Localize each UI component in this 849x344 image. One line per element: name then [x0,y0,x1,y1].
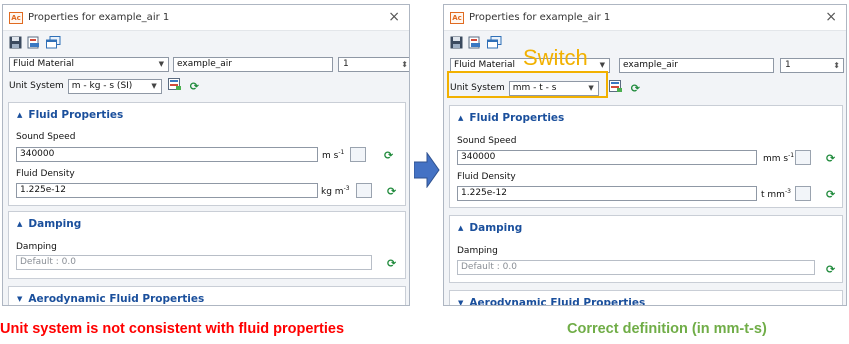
damping-title: Damping [469,222,523,234]
sound-speed-input[interactable]: 340000 [16,147,318,162]
unit-system-select[interactable]: m - kg - s (SI) ▼ [67,78,162,94]
window-icon[interactable] [46,36,61,52]
sound-speed-label: Sound Speed [16,132,76,142]
save-icon[interactable] [450,36,463,52]
expand-caret-icon: ▼ [17,295,23,303]
material-type-select[interactable]: Fluid Material ▼ [9,57,169,72]
fluid-density-unit: t mm-3 [761,188,791,200]
error-caption: Unit system is not consistent with fluid… [0,321,345,337]
arrow-right-icon [414,152,440,188]
fluid-properties-section: ▲ Fluid Properties Sound Speed 340000 mm… [449,105,843,208]
fluid-density-unit: kg m-3 [321,185,350,197]
dialog-toolbar [450,36,502,52]
dialog-title: Properties for example_air 1 [28,12,170,23]
aerodynamic-header[interactable]: ▼ Aerodynamic Fluid Properties [458,297,646,306]
aerodynamic-title: Aerodynamic Fluid Properties [28,293,205,305]
material-row: Fluid Material ▼ example_air 1 ⬍ [9,57,409,72]
damping-section: ▲ Damping Damping Default : 0.0 ⟳ [8,211,406,279]
aerodynamic-section: ▼ Aerodynamic Fluid Properties [8,286,406,305]
material-name-input[interactable]: example_air [619,58,774,73]
spinner-arrows-icon[interactable]: ⬍ [833,59,840,72]
reset-icon[interactable]: ⟳ [387,258,396,269]
material-type-value: Fluid Material [454,60,516,70]
reset-icon[interactable]: ⟳ [826,189,835,200]
close-icon[interactable]: × [825,10,837,24]
app-logo-icon: Ac [450,11,464,24]
material-index-value: 1 [343,59,349,69]
material-index-spinner[interactable]: 1 ⬍ [338,57,409,72]
collapse-caret-icon: ▲ [458,224,464,232]
close-icon[interactable]: × [388,10,400,24]
unit-picker-button[interactable] [350,147,366,162]
save-icon[interactable] [9,36,22,52]
damping-input[interactable]: Default : 0.0 [457,260,815,275]
dialog-titlebar: Ac Properties for example_air 1 × [444,5,846,31]
chevron-down-icon: ▼ [158,60,164,68]
sound-speed-input[interactable]: 340000 [457,150,757,165]
switch-annotation: Switch [523,45,588,70]
damping-header[interactable]: ▲ Damping [458,222,522,234]
app-logo-icon: Ac [9,11,23,24]
material-index-value: 1 [785,60,791,70]
dialog-toolbar [9,36,61,52]
unit-table-icon[interactable] [608,80,623,96]
fluid-density-label: Fluid Density [457,172,516,182]
properties-dialog-right: Ac Properties for example_air 1 × Fluid … [443,4,847,306]
aerodynamic-header[interactable]: ▼ Aerodynamic Fluid Properties [17,293,204,305]
damping-title: Damping [28,218,82,230]
damping-section: ▲ Damping Damping Default : 0.0 ⟳ [449,215,843,283]
fluid-properties-title: Fluid Properties [469,112,565,124]
material-type-value: Fluid Material [13,59,75,69]
fluid-density-input[interactable]: 1.225e-12 [457,186,757,201]
spinner-arrows-icon[interactable]: ⬍ [401,58,408,71]
damping-label: Damping [16,242,57,252]
collapse-caret-icon: ▲ [17,220,23,228]
collapse-caret-icon: ▲ [17,111,23,119]
unit-picker-button[interactable] [795,150,811,165]
unit-system-highlight-box [447,71,608,98]
fluid-density-label: Fluid Density [16,169,75,179]
unit-picker-button[interactable] [795,186,811,201]
export-icon[interactable] [27,36,41,52]
unit-table-icon[interactable] [167,78,182,94]
fluid-properties-header[interactable]: ▲ Fluid Properties [458,112,564,124]
fluid-density-input[interactable]: 1.225e-12 [16,183,318,198]
aerodynamic-section: ▼ Aerodynamic Fluid Properties [449,290,843,306]
damping-input[interactable]: Default : 0.0 [16,255,372,270]
aerodynamic-title: Aerodynamic Fluid Properties [469,297,646,306]
sound-speed-label: Sound Speed [457,136,517,146]
damping-label: Damping [457,246,498,256]
unit-system-value: m - kg - s (SI) [71,80,133,91]
sound-speed-unit: m s-1 [322,149,345,161]
fluid-properties-header[interactable]: ▲ Fluid Properties [17,109,123,121]
unit-system-row: Unit System m - kg - s (SI) ▼ ⟳ [9,78,199,94]
export-icon[interactable] [468,36,482,52]
properties-dialog-left: Ac Properties for example_air 1 × Fluid … [2,4,410,306]
fluid-properties-section: ▲ Fluid Properties Sound Speed 340000 m … [8,102,406,206]
sound-speed-unit: mm s-1 [763,152,795,164]
dialog-titlebar: Ac Properties for example_air 1 × [3,5,409,31]
fluid-properties-title: Fluid Properties [28,109,124,121]
refresh-icon[interactable]: ⟳ [631,82,640,95]
chevron-down-icon: ▼ [151,81,157,90]
material-index-spinner[interactable]: 1 ⬍ [780,58,844,73]
refresh-icon[interactable]: ⟳ [190,80,199,93]
collapse-caret-icon: ▲ [458,114,464,122]
reset-icon[interactable]: ⟳ [826,153,835,164]
dialog-title: Properties for example_air 1 [469,12,611,23]
unit-system-label: Unit System [9,81,64,91]
reset-icon[interactable]: ⟳ [387,186,396,197]
success-caption: Correct definition (in mm-t-s) [567,321,767,337]
reset-icon[interactable]: ⟳ [826,264,835,275]
unit-picker-button[interactable] [356,183,372,198]
reset-icon[interactable]: ⟳ [384,150,393,161]
material-name-input[interactable]: example_air [173,57,333,72]
window-icon[interactable] [487,36,502,52]
damping-header[interactable]: ▲ Damping [17,218,81,230]
expand-caret-icon: ▼ [458,299,464,306]
